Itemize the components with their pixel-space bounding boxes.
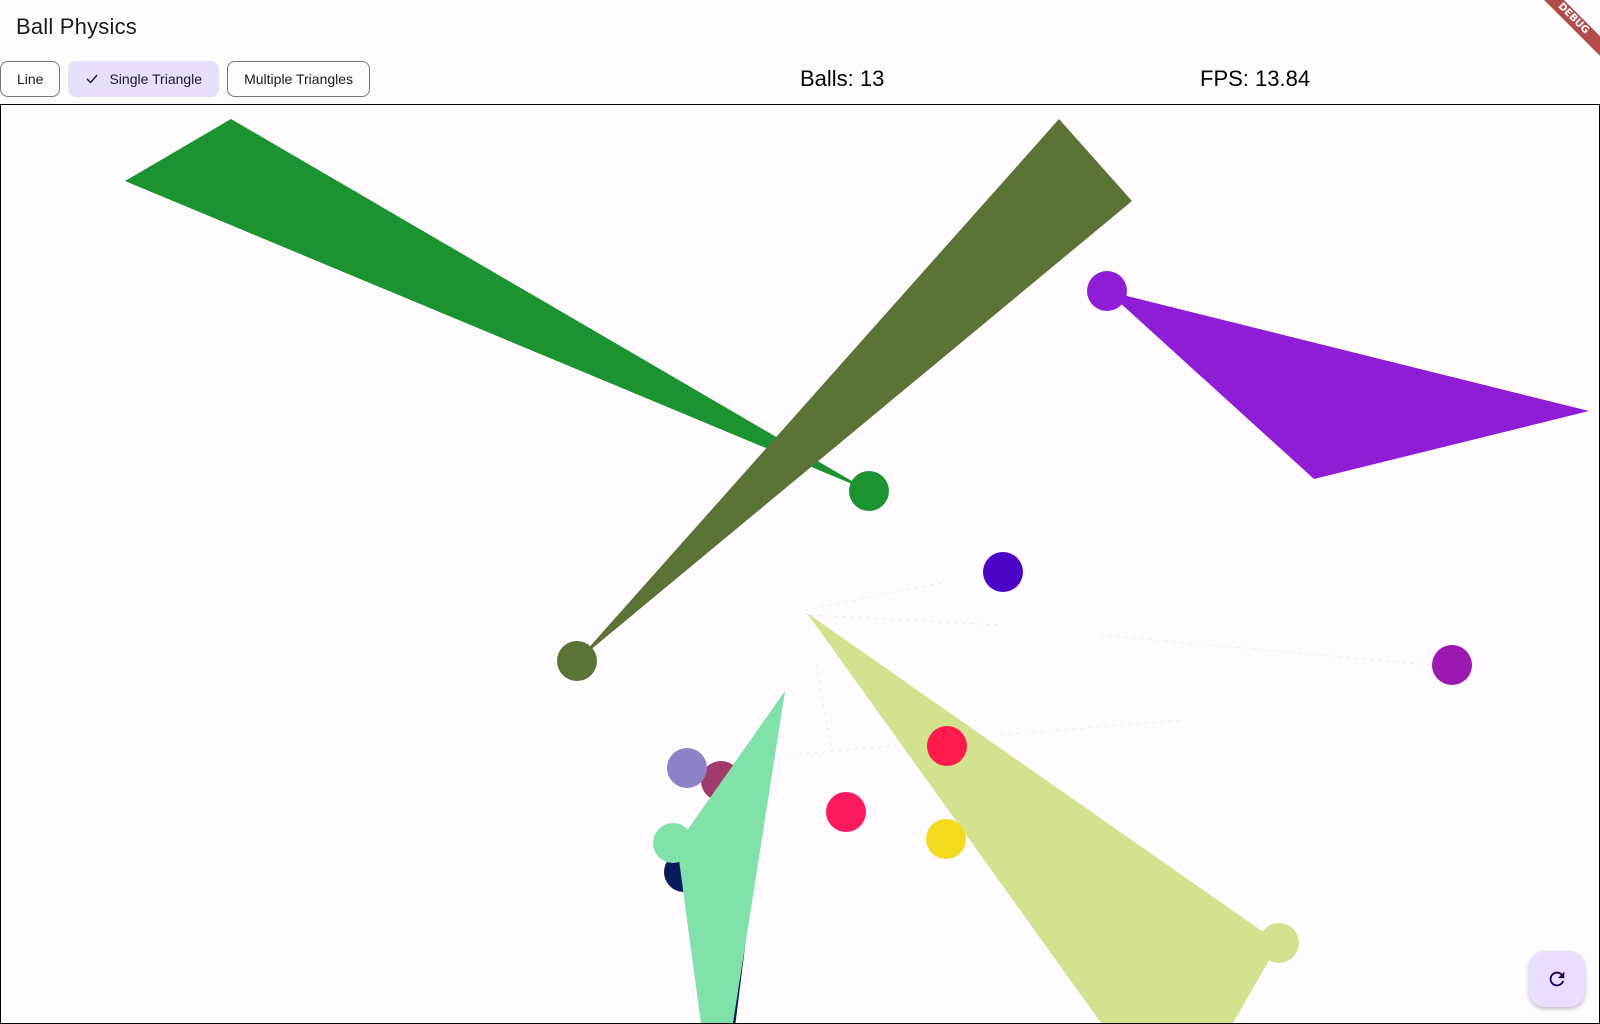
debug-banner: DEBUG	[1520, 0, 1600, 80]
ball	[667, 748, 707, 788]
app-title: Ball Physics	[16, 14, 137, 39]
mode-line-button[interactable]: Line	[0, 61, 61, 97]
triangle-tether-lime	[807, 613, 1279, 1023]
triangle-tether-mint-overlay	[677, 691, 785, 1023]
balls-count: Balls: 13	[800, 66, 885, 91]
ball	[1087, 271, 1127, 311]
reset-button[interactable]	[1529, 951, 1585, 1007]
ball	[1259, 923, 1299, 963]
mode-multiple-triangles-label: Multiple Triangles	[244, 71, 354, 87]
triangle-tether-green	[125, 119, 869, 491]
mode-single-triangle-button[interactable]: Single Triangle	[68, 61, 220, 97]
ball	[927, 726, 967, 766]
ball	[1432, 645, 1472, 685]
ball	[926, 819, 966, 859]
ball	[849, 471, 889, 511]
physics-scene	[125, 119, 1589, 1023]
mode-segmented-control: Line Single Triangle Multiple Triangles	[0, 61, 371, 97]
physics-canvas[interactable]	[0, 104, 1600, 1024]
mode-single-triangle-label: Single Triangle	[109, 71, 203, 87]
debug-banner-label: DEBUG	[1529, 0, 1600, 63]
refresh-icon	[1549, 971, 1565, 987]
ball	[557, 641, 597, 681]
triangle-tether-purple	[1107, 291, 1589, 479]
fps-readout: FPS: 13.84	[1200, 66, 1311, 91]
app-root: Ball Physics DEBUG Line Single Triangle …	[0, 0, 1600, 1024]
ball	[983, 552, 1023, 592]
mode-multiple-triangles-button[interactable]: Multiple Triangles	[227, 61, 371, 97]
ball	[826, 792, 866, 832]
check-icon	[87, 74, 98, 84]
mode-line-label: Line	[17, 71, 44, 87]
